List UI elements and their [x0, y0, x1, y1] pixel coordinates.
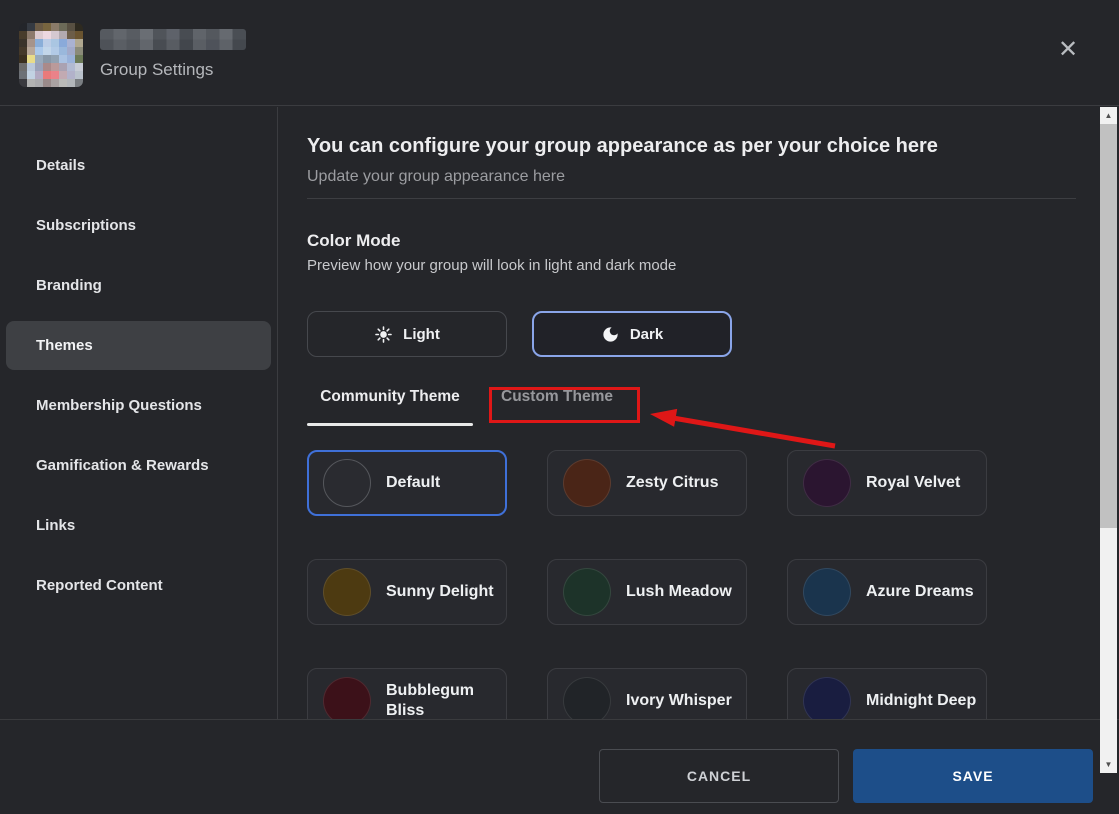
theme-card-royal-velvet[interactable]: Royal Velvet [787, 450, 987, 516]
group-avatar [19, 23, 83, 87]
panel-subheading: Update your group appearance here [307, 167, 1076, 186]
theme-card-midnight-deep[interactable]: Midnight Deep [787, 668, 987, 719]
theme-card-sunny-delight[interactable]: Sunny Delight [307, 559, 507, 625]
sidebar-item-branding[interactable]: Branding [6, 261, 271, 310]
sidebar-item-links[interactable]: Links [6, 501, 271, 550]
color-mode-description: Preview how your group will look in ligh… [307, 257, 1076, 275]
theme-swatch-zesty-citrus [563, 459, 611, 507]
theme-card-default[interactable]: Default [307, 450, 507, 516]
close-icon[interactable]: ✕ [1052, 34, 1084, 66]
theme-swatch-midnight-deep [803, 677, 851, 719]
group-name-redacted [100, 29, 246, 50]
color-mode-options: Light Dark [307, 311, 1076, 357]
theme-swatch-ivory-whisper [563, 677, 611, 719]
theme-swatch-bubblegum-bliss [323, 677, 371, 719]
group-name-blur-mosaic [100, 29, 246, 50]
theme-name: Royal Velvet [866, 473, 960, 493]
theme-tabs: Community Theme Custom Theme [307, 388, 1076, 426]
dark-mode-button[interactable]: Dark [532, 311, 732, 357]
sun-icon [374, 325, 393, 344]
vertical-scrollbar[interactable]: ▲ ▼ [1100, 107, 1117, 773]
section-divider [307, 198, 1076, 199]
theme-name: Ivory Whisper [626, 691, 732, 711]
scrollbar-thumb[interactable] [1100, 124, 1117, 528]
light-mode-label: Light [403, 326, 440, 343]
community-theme-grid: Default Zesty Citrus Royal Velvet Sunny … [307, 450, 1076, 719]
theme-name: Zesty Citrus [626, 473, 718, 493]
theme-swatch-default [323, 459, 371, 507]
theme-card-azure-dreams[interactable]: Azure Dreams [787, 559, 987, 625]
tab-community-theme-label: Community Theme [320, 388, 460, 405]
settings-sidebar: Details Subscriptions Branding Themes Me… [0, 107, 278, 719]
dialog-title: Group Settings [100, 60, 213, 80]
scroll-down-arrow-icon[interactable]: ▼ [1100, 756, 1117, 773]
theme-swatch-azure-dreams [803, 568, 851, 616]
sidebar-item-subscriptions[interactable]: Subscriptions [6, 201, 271, 250]
sidebar-item-reported-content[interactable]: Reported Content [6, 561, 271, 610]
theme-swatch-lush-meadow [563, 568, 611, 616]
theme-swatch-sunny-delight [323, 568, 371, 616]
theme-card-zesty-citrus[interactable]: Zesty Citrus [547, 450, 747, 516]
cancel-button[interactable]: CANCEL [599, 749, 839, 803]
tab-custom-theme-label: Custom Theme [501, 388, 613, 405]
save-button[interactable]: SAVE [853, 749, 1093, 803]
scroll-up-arrow-icon[interactable]: ▲ [1100, 107, 1117, 124]
theme-name: Default [386, 473, 440, 493]
theme-card-ivory-whisper[interactable]: Ivory Whisper [547, 668, 747, 719]
color-mode-title: Color Mode [307, 231, 1076, 251]
sidebar-item-details[interactable]: Details [6, 141, 271, 190]
group-settings-dialog: Group Settings ✕ Details Subscriptions B… [0, 0, 1119, 814]
theme-name: Lush Meadow [626, 582, 732, 602]
group-avatar-image [19, 23, 83, 87]
dark-mode-label: Dark [630, 326, 663, 343]
theme-name: Sunny Delight [386, 582, 494, 602]
tab-community-theme[interactable]: Community Theme [307, 388, 473, 426]
tab-custom-theme[interactable]: Custom Theme [473, 388, 641, 426]
sidebar-item-membership-questions[interactable]: Membership Questions [6, 381, 271, 430]
sidebar-item-themes[interactable]: Themes [6, 321, 271, 370]
theme-name: Midnight Deep [866, 691, 976, 711]
theme-card-lush-meadow[interactable]: Lush Meadow [547, 559, 747, 625]
dialog-header: Group Settings ✕ [0, 0, 1119, 106]
panel-heading: You can configure your group appearance … [307, 134, 1076, 158]
theme-card-bubblegum-bliss[interactable]: Bubblegum Bliss [307, 668, 507, 719]
theme-swatch-royal-velvet [803, 459, 851, 507]
themes-panel: You can configure your group appearance … [279, 107, 1100, 719]
dialog-footer: CANCEL SAVE [0, 719, 1119, 814]
theme-name: Bubblegum Bliss [386, 681, 498, 719]
sidebar-item-gamification-rewards[interactable]: Gamification & Rewards [6, 441, 271, 490]
active-tab-underline [307, 423, 473, 426]
moon-icon [601, 325, 620, 344]
light-mode-button[interactable]: Light [307, 311, 507, 357]
theme-name: Azure Dreams [866, 582, 974, 602]
